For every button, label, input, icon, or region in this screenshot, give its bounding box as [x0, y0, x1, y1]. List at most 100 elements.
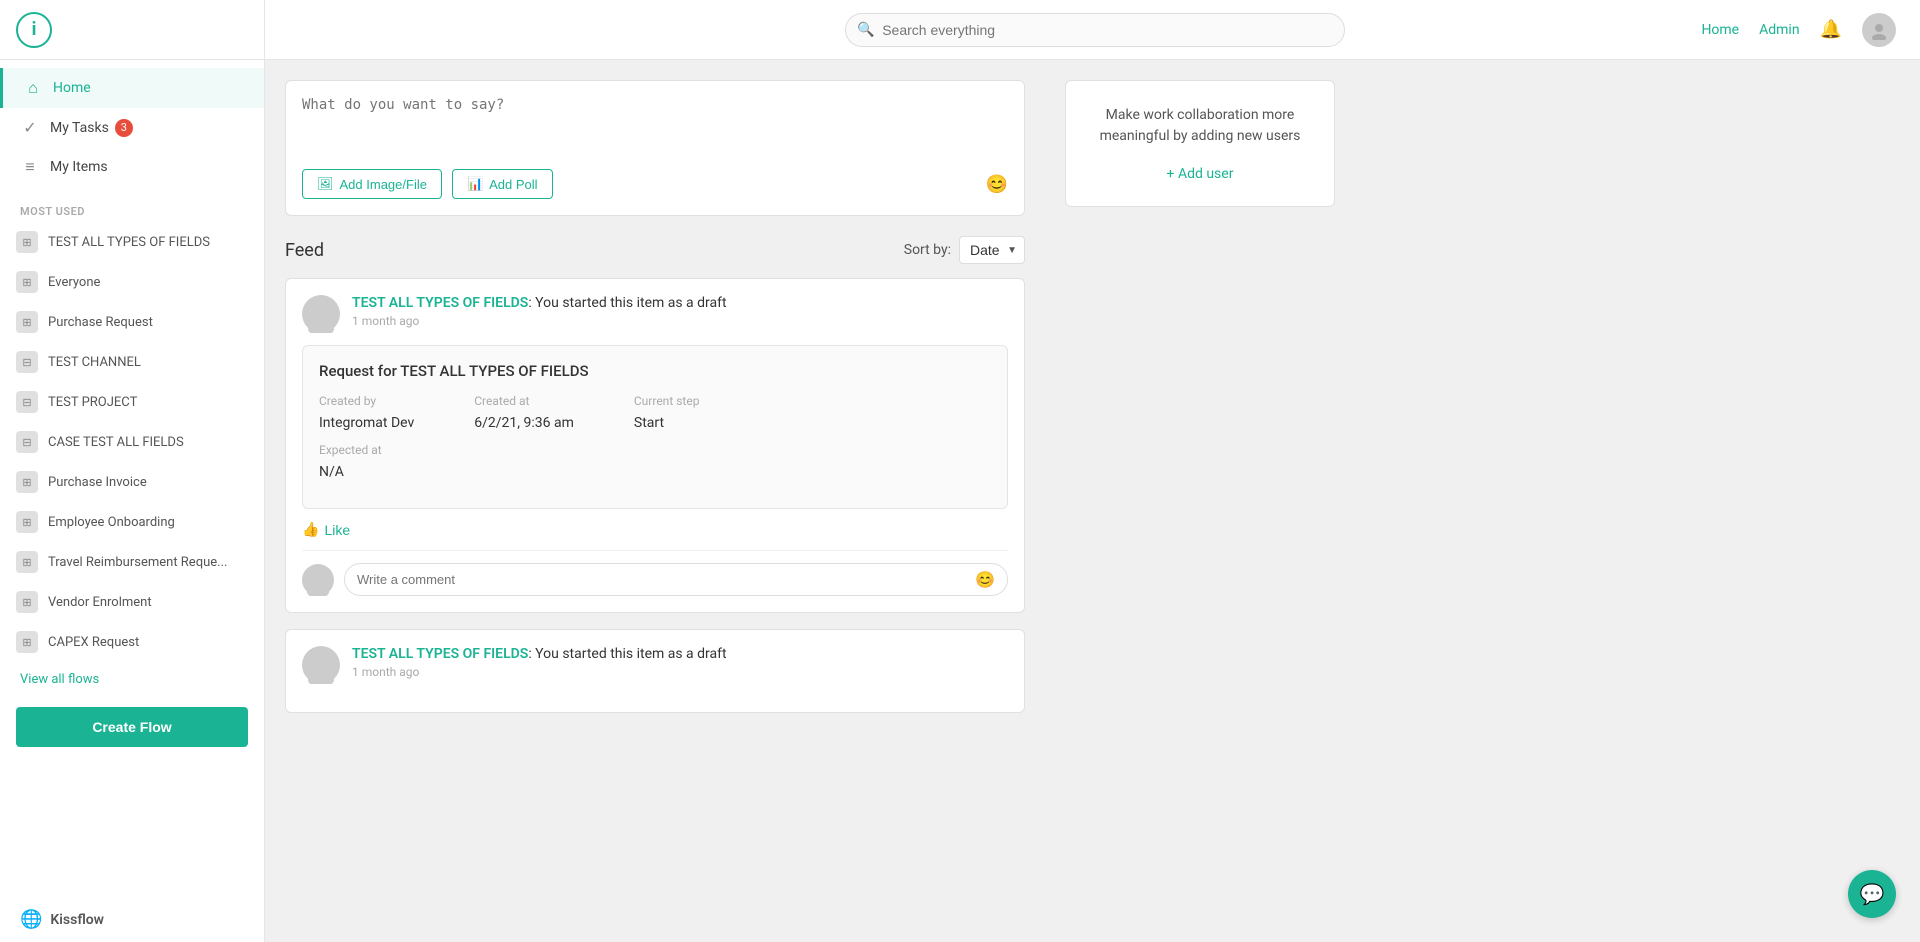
feed-card-2-text: TEST ALL TYPES OF FIELDS: You started th… [352, 646, 1008, 662]
sidebar: i ⌂ Home ✓ My Tasks 3 ≡ My Items MOST US… [0, 0, 265, 942]
flow-label-test-channel: TEST CHANNEL [48, 355, 141, 370]
add-image-button[interactable]: 🖼 Add Image/File [302, 169, 442, 199]
like-label-1: Like [324, 522, 350, 538]
flow-item-test-all-types[interactable]: ⊞ TEST ALL TYPES OF FIELDS [0, 222, 264, 262]
create-flow-button[interactable]: Create Flow [16, 707, 248, 747]
tasks-badge: 3 [115, 119, 133, 137]
flow-item-purchase-invoice[interactable]: ⊞ Purchase Invoice [0, 462, 264, 502]
meta-current-step: Current step Start [634, 394, 700, 431]
meta-created-by: Created by Integromat Dev [319, 394, 414, 431]
add-image-label: Add Image/File [340, 177, 427, 192]
emoji-icon[interactable]: 😊 [986, 174, 1008, 195]
feed-card-2-header: TEST ALL TYPES OF FIELDS: You started th… [302, 646, 1008, 684]
flow-item-travel-reimbursement[interactable]: ⊞ Travel Reimbursement Reque... [0, 542, 264, 582]
comment-emoji-icon-1[interactable]: 😊 [975, 570, 995, 589]
flow-label-test-all-types: TEST ALL TYPES OF FIELDS [48, 235, 210, 250]
request-card-1: Request for TEST ALL TYPES OF FIELDS Cre… [302, 345, 1008, 509]
feed-card-2-message: : You started this item as a draft [528, 646, 726, 662]
feed-card-2: TEST ALL TYPES OF FIELDS: You started th… [285, 629, 1025, 713]
search-bar: 🔍 [845, 13, 1345, 47]
home-link[interactable]: Home [1701, 22, 1739, 38]
comment-avatar-1 [302, 564, 334, 596]
thumbs-up-icon: 👍 [302, 521, 319, 538]
flow-icon-test-channel: ⊟ [16, 351, 38, 373]
view-all-flows-link[interactable]: View all flows [0, 662, 264, 697]
items-icon: ≡ [20, 157, 40, 177]
chat-fab-button[interactable]: 💬 [1848, 870, 1896, 918]
expected-at-value: N/A [319, 464, 344, 480]
feed-card-1: TEST ALL TYPES OF FIELDS: You started th… [285, 278, 1025, 613]
flow-icon-everyone: ⊞ [16, 271, 38, 293]
add-poll-button[interactable]: 📊 Add Poll [452, 169, 553, 199]
flow-label-purchase-invoice: Purchase Invoice [48, 475, 147, 490]
right-panel: Make work collaboration more meaningful … [1045, 60, 1355, 942]
add-user-link[interactable]: + Add user [1167, 166, 1234, 182]
header: 🔍 Home Admin 🔔 [265, 0, 1920, 60]
comment-area-1: 😊 [302, 550, 1008, 596]
flows-list: ⊞ TEST ALL TYPES OF FIELDS ⊞ Everyone ⊞ … [0, 222, 264, 662]
like-button-1[interactable]: 👍 Like [302, 521, 350, 538]
flow-item-test-channel[interactable]: ⊟ TEST CHANNEL [0, 342, 264, 382]
feed-card-1-avatar [302, 295, 340, 333]
flow-item-purchase-request[interactable]: ⊞ Purchase Request [0, 302, 264, 342]
flow-label-travel-reimbursement: Travel Reimbursement Reque... [48, 555, 227, 570]
flow-label-case-test-all-fields: CASE TEST ALL FIELDS [48, 435, 184, 450]
sidebar-tasks-label: My Tasks [50, 120, 109, 136]
add-poll-label: Add Poll [489, 177, 537, 192]
sidebar-item-home[interactable]: ⌂ Home [0, 68, 264, 108]
sidebar-item-my-items[interactable]: ≡ My Items [0, 147, 264, 187]
flow-icon-capex-request: ⊞ [16, 631, 38, 653]
header-right: Home Admin 🔔 [1701, 13, 1896, 47]
current-step-value: Start [634, 415, 664, 431]
admin-link[interactable]: Admin [1759, 22, 1799, 38]
feed-area: 🖼 Add Image/File 📊 Add Poll 😊 Feed So [265, 60, 1045, 942]
flow-icon-purchase-invoice: ⊞ [16, 471, 38, 493]
flow-item-vendor-enrolment[interactable]: ⊞ Vendor Enrolment [0, 582, 264, 622]
feed-card-1-message: : You started this item as a draft [528, 295, 726, 311]
post-buttons: 🖼 Add Image/File 📊 Add Poll [302, 169, 553, 199]
flow-label-everyone: Everyone [48, 275, 100, 290]
sidebar-home-label: Home [53, 80, 91, 96]
feed-card-2-time: 1 month ago [352, 665, 1008, 679]
meta-expected-at: Expected at N/A [319, 443, 382, 480]
flow-label-vendor-enrolment: Vendor Enrolment [48, 595, 152, 610]
add-user-text: Make work collaboration more meaningful … [1090, 105, 1310, 147]
request-card-1-meta: Created by Integromat Dev Created at 6/2… [319, 394, 991, 431]
feed-card-2-info: TEST ALL TYPES OF FIELDS: You started th… [352, 646, 1008, 679]
add-user-card: Make work collaboration more meaningful … [1065, 80, 1335, 207]
feed-header: Feed Sort by: Date ▼ [285, 236, 1025, 264]
image-icon: 🖼 [317, 176, 334, 192]
user-avatar[interactable] [1862, 13, 1896, 47]
search-input[interactable] [845, 13, 1345, 47]
sidebar-top-bar: i [0, 0, 264, 60]
feed-card-1-flow-link[interactable]: TEST ALL TYPES OF FIELDS [352, 295, 528, 311]
flow-icon-travel-reimbursement: ⊞ [16, 551, 38, 573]
feed-card-2-flow-link[interactable]: TEST ALL TYPES OF FIELDS [352, 646, 528, 662]
like-section-1: 👍 Like [302, 521, 1008, 538]
flow-item-employee-onboarding[interactable]: ⊞ Employee Onboarding [0, 502, 264, 542]
notification-bell-icon[interactable]: 🔔 [1820, 19, 1842, 40]
sort-control: Sort by: Date ▼ [904, 236, 1025, 264]
flow-item-everyone[interactable]: ⊞ Everyone [0, 262, 264, 302]
kissflow-logo: 🌐 Kissflow [0, 897, 264, 942]
flow-icon-purchase-request: ⊞ [16, 311, 38, 333]
sort-select[interactable]: Date [959, 236, 1025, 264]
app-logo[interactable]: i [16, 12, 52, 48]
created-by-value: Integromat Dev [319, 415, 414, 431]
flow-item-test-project[interactable]: ⊟ TEST PROJECT [0, 382, 264, 422]
comment-input-wrap-1: 😊 [344, 563, 1008, 596]
comment-input-1[interactable] [357, 572, 975, 587]
flow-label-employee-onboarding: Employee Onboarding [48, 515, 175, 530]
expected-at-label: Expected at [319, 443, 382, 457]
flow-item-capex-request[interactable]: ⊞ CAPEX Request [0, 622, 264, 662]
most-used-section-label: MOST USED [0, 195, 264, 222]
feed-card-2-avatar [302, 646, 340, 684]
flow-item-case-test-all-fields[interactable]: ⊟ CASE TEST ALL FIELDS [0, 422, 264, 462]
post-textarea[interactable] [302, 97, 1008, 157]
home-icon: ⌂ [23, 78, 43, 98]
request-card-1-meta-2: Expected at N/A [319, 443, 991, 480]
post-actions: 🖼 Add Image/File 📊 Add Poll 😊 [302, 169, 1008, 199]
flow-label-capex-request: CAPEX Request [48, 635, 139, 650]
sidebar-item-my-tasks[interactable]: ✓ My Tasks 3 [0, 108, 264, 147]
sidebar-nav: ⌂ Home ✓ My Tasks 3 ≡ My Items [0, 60, 264, 195]
